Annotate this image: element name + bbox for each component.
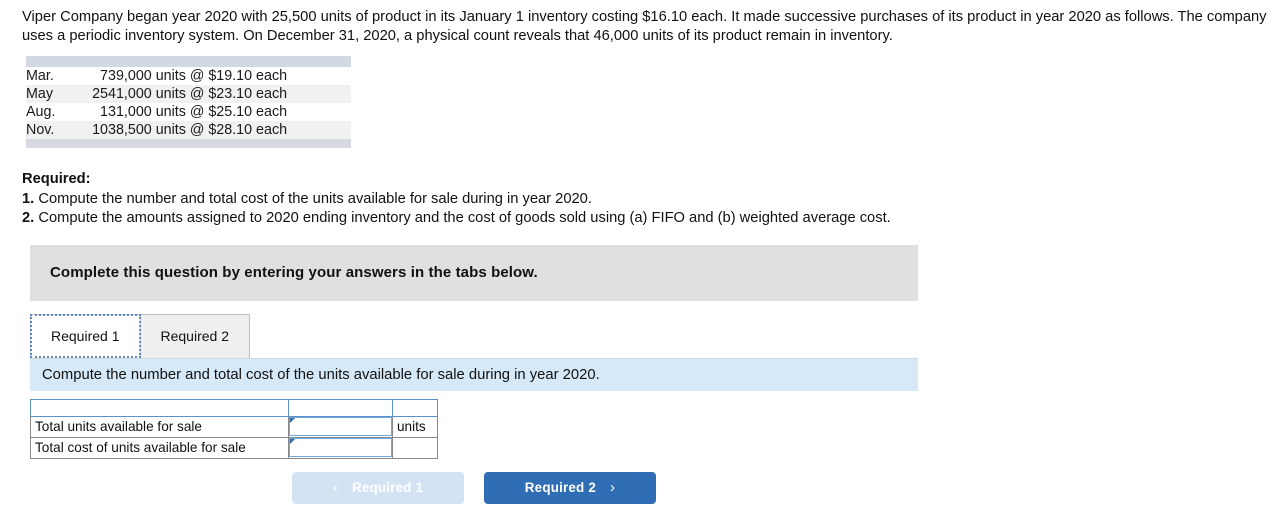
purchases-table-body: Mar. 7 39,000 units @ $19.10 each May 25… (26, 56, 351, 148)
prev-button-label: Required 1 (352, 480, 424, 495)
requirement-banner-text: Compute the number and total cost of the… (42, 366, 600, 383)
purchase-month: Nov. (26, 121, 78, 139)
purchase-month: Aug. (26, 104, 56, 120)
tab-navigation: ‹ Required 1 Required 2 › (30, 471, 918, 504)
purchase-description: 38,500 units @ $28.10 each (108, 121, 351, 139)
purchase-description: 31,000 units @ $25.10 each (108, 104, 288, 120)
answer-header-unit-cell (392, 398, 438, 417)
table-row: Mar. 7 39,000 units @ $19.10 each (26, 67, 351, 85)
problem-intro-text: Viper Company began year 2020 with 25,50… (22, 9, 1267, 44)
purchase-month: May (26, 85, 78, 103)
purchase-day: 7 (100, 68, 108, 84)
table-row: Total units available for sale units (30, 415, 438, 438)
prev-required-1-button[interactable]: ‹ Required 1 (292, 471, 464, 504)
purchase-month: Mar. (26, 68, 54, 84)
answer-header-value-cell (288, 398, 393, 417)
tab-required-1[interactable]: Required 1 (30, 313, 141, 358)
next-button-label: Required 2 (524, 480, 596, 495)
table-row: Nov. 10 38,500 units @ $28.10 each (26, 121, 351, 139)
purchase-description: 41,000 units @ $23.10 each (108, 85, 351, 103)
required-heading: Required: (22, 171, 91, 187)
required-item-2: 2. Compute the amounts assigned to 2020 … (22, 209, 1284, 229)
answer-header-label-cell (30, 398, 289, 417)
purchases-footer-bar-cell (26, 139, 351, 148)
required-item-1-text: Compute the number and total cost of the… (38, 190, 592, 207)
answer-table: Total units available for sale units Tot… (30, 398, 438, 459)
tab-required-1-label: Required 1 (51, 328, 120, 344)
next-required-2-button[interactable]: Required 2 › (484, 471, 656, 504)
total-units-input-cell[interactable] (288, 415, 393, 438)
chevron-left-icon: ‹ (332, 479, 338, 496)
total-units-label: Total units available for sale (30, 415, 289, 438)
required-item-2-number: 2. (22, 210, 35, 226)
required-item-2-text: Compute the amounts assigned to 2020 end… (38, 210, 891, 226)
total-cost-label: Total cost of units available for sale (30, 436, 289, 459)
answer-table-body: Total units available for sale units Tot… (30, 398, 438, 459)
purchases-table: Mar. 7 39,000 units @ $19.10 each May 25… (26, 56, 351, 148)
total-cost-input-cell[interactable] (288, 436, 393, 459)
total-cost-input[interactable] (289, 438, 392, 457)
tab-strip: Required 1 Required 2 (30, 312, 918, 358)
table-row: May 25 41,000 units @ $23.10 each (26, 85, 351, 103)
purchases-table-footer-bar (26, 139, 351, 148)
tab-required-2-label: Required 2 (160, 328, 230, 344)
purchases-table-header-bar (26, 56, 351, 67)
total-units-input[interactable] (289, 417, 392, 436)
instruction-panel-text: Complete this question by entering your … (50, 264, 538, 281)
purchases-header-bar-cell (26, 56, 351, 67)
purchase-description: 39,000 units @ $19.10 each (108, 68, 288, 84)
total-units-unit-label: units (392, 415, 438, 438)
required-section: Required: 1. Compute the number and tota… (22, 170, 1284, 229)
purchase-day: 25 (78, 85, 108, 103)
tab-required-2[interactable]: Required 2 (139, 313, 250, 358)
chevron-right-icon: › (610, 479, 616, 496)
table-row: Aug. 1 31,000 units @ $25.10 each (26, 103, 351, 121)
total-cost-unit-label (392, 436, 438, 459)
table-row: Total cost of units available for sale (30, 436, 438, 459)
purchase-day: 1 (100, 104, 108, 120)
purchase-day: 10 (78, 121, 108, 139)
problem-statement: Viper Company began year 2020 with 25,50… (0, 0, 1284, 46)
required-item-1: 1. Compute the number and total cost of … (22, 190, 1284, 210)
instruction-panel: Complete this question by entering your … (30, 244, 918, 301)
requirement-banner: Compute the number and total cost of the… (30, 357, 918, 391)
answer-table-header-row (30, 398, 438, 417)
required-item-1-number: 1. (22, 190, 35, 207)
